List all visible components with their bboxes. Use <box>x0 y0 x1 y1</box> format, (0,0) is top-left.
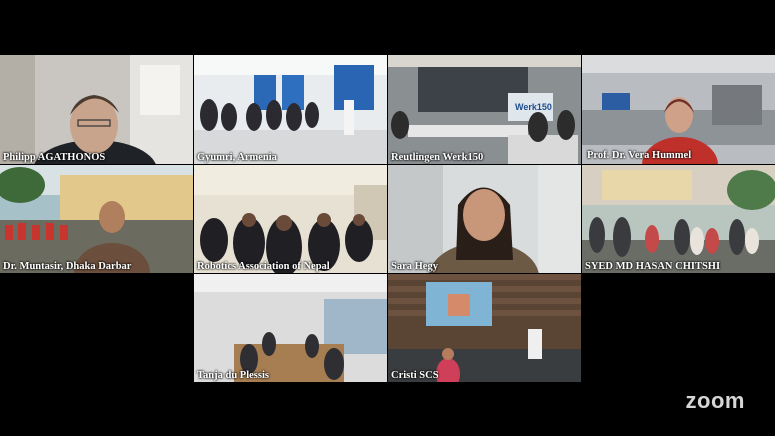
video-feed <box>0 165 193 273</box>
video-feed <box>582 55 775 164</box>
video-feed <box>388 274 581 382</box>
video-tile-cristi-scs[interactable]: Cristi SCS <box>388 274 581 382</box>
video-feed <box>0 55 193 164</box>
participant-name: Robotics Association of Nepal <box>197 261 330 272</box>
participant-name: Gyumri, Armenia <box>197 152 277 163</box>
meeting-gallery-view: { "app": { "brand": "zoom" }, "participa… <box>0 0 775 436</box>
video-tile-tanja-du-plessis[interactable]: Tanja du Plessis <box>194 274 387 382</box>
video-tile-syed-md-hasan-chitshi[interactable]: SYED MD HASAN CHITSHI <box>582 165 775 273</box>
video-tile-robotics-association-nepal[interactable]: Robotics Association of Nepal <box>194 165 387 273</box>
video-tile-vera-hummel[interactable]: Prof. Dr. Vera Hummel <box>582 55 775 164</box>
participant-name: Tanja du Plessis <box>197 370 269 381</box>
video-feed <box>194 55 387 164</box>
video-tile-gyumri-armenia[interactable]: Gyumri, Armenia <box>194 55 387 164</box>
video-feed <box>194 274 387 382</box>
video-tile-sara-hegy[interactable]: Sara Hegy <box>388 165 581 273</box>
participant-name: Sara Hegy <box>391 261 438 272</box>
participant-name: Dr. Muntasir, Dhaka Darbar <box>3 261 132 272</box>
participant-name: Philipp AGATHONOS <box>3 152 106 163</box>
video-feed <box>582 165 775 273</box>
video-tile-reutlingen-werk150[interactable]: Werk150 Reutlingen Werk150 <box>388 55 581 164</box>
participant-name: Cristi SCS <box>391 370 439 381</box>
video-feed: Werk150 <box>388 55 581 164</box>
participant-name: SYED MD HASAN CHITSHI <box>585 261 721 272</box>
participant-name: Reutlingen Werk150 <box>391 152 484 163</box>
screen-text: Werk150 <box>515 102 552 112</box>
participant-name: Prof. Dr. Vera Hummel <box>587 150 692 161</box>
video-feed <box>194 165 387 273</box>
video-tile-philipp-agathonos[interactable]: Philipp AGATHONOS <box>0 55 193 164</box>
video-tile-dhaka-darbar[interactable]: Dr. Muntasir, Dhaka Darbar <box>0 165 193 273</box>
video-feed <box>388 165 581 273</box>
zoom-logo: zoom <box>685 388 745 413</box>
